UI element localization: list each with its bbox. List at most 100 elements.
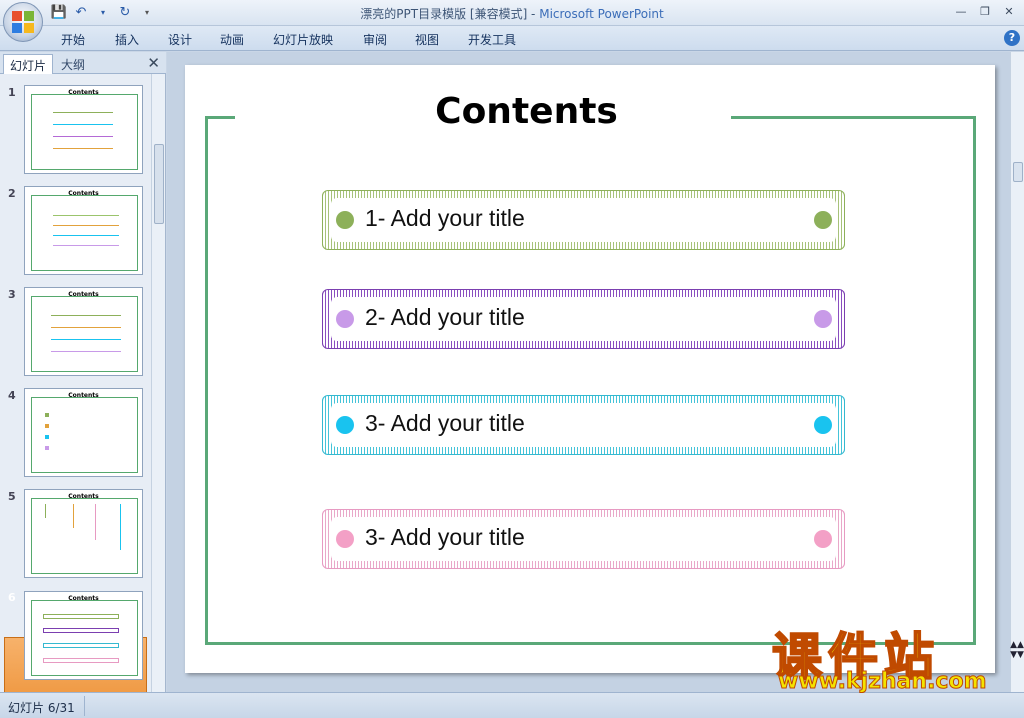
thumbnail-frame [31,94,138,170]
window-title: 漂亮的PPT目录模版 [兼容模式] - Microsoft PowerPoint [0,5,1024,22]
thumbnail-line [53,124,113,125]
close-icon[interactable]: ✕ [998,2,1020,20]
title-bar: 💾 ↶ ▾ ↻ ▾ 漂亮的PPT目录模版 [兼容模式] - Microsoft … [0,0,1024,26]
thumbnail-line [43,643,119,648]
thumbnail-line [53,136,113,137]
thumbnail[interactable]: Contents [24,85,143,174]
thumbnail-line [51,339,121,340]
thumbnail-title: Contents [68,595,99,602]
thumbnail-frame [31,498,138,574]
status-bar: 幻灯片 6/31 [0,692,1024,718]
thumbnail[interactable]: Contents [24,388,143,477]
toc-item-1[interactable]: 1- Add your title [322,190,845,250]
help-icon[interactable]: ? [1004,30,1020,46]
document-name: 漂亮的PPT目录模版 [兼容模式] - [360,7,540,21]
bullet-dot-icon [814,211,832,229]
thumbnail-title: Contents [68,190,99,197]
tab-slide-show[interactable]: 幻灯片放映 [273,31,333,48]
window-controls: — ❐ ✕ [950,2,1020,20]
toc-item-label[interactable]: 3- Add your title [365,410,525,437]
thumbnail-line [53,148,113,149]
thumbnail-number: 4 [8,389,16,402]
thumbnail-frame [31,195,138,271]
thumbnails-scrollbar[interactable] [151,74,165,692]
thumbnail[interactable]: Contents [24,489,143,578]
thumbnail-line [43,628,119,633]
thumbnail-number: 2 [8,187,16,200]
thumbnail-line [53,215,119,216]
thumbnail-number: 1 [8,86,16,99]
thumbnail-line [51,351,121,352]
slide-scrollbar[interactable] [1010,52,1024,692]
toc-item-label[interactable]: 3- Add your title [365,524,525,551]
slide-nav: ▲▲ ▼▼ [1010,640,1024,660]
thumbnail-line [45,504,46,518]
pane-tabs: 幻灯片 大纲 ✕ [0,52,166,74]
thumbnail-line [53,235,119,236]
thumbnails-scrollbar-thumb[interactable] [154,144,164,224]
thumbnail-list: 1 Contents 2 Contents 3 Contents 4 Conte… [0,74,150,692]
thumbnail-line [53,245,119,246]
tab-view[interactable]: 视图 [415,31,439,48]
next-slide-icon[interactable]: ▼▼ [1010,650,1024,660]
tab-outline[interactable]: 大纲 [55,54,91,74]
thumbnail-active[interactable]: Contents [24,591,143,680]
bullet-dot-icon [336,530,354,548]
thumbnail-line [45,424,49,428]
tab-design[interactable]: 设计 [168,31,192,48]
thumbnail-frame [31,600,138,676]
thumbnail-title: Contents [68,291,99,298]
thumbnail-line [45,446,49,450]
previous-slide-icon[interactable]: ▲▲ [1010,640,1024,650]
ribbon-tabs: 开始 插入 设计 动画 幻灯片放映 审阅 视图 开发工具 ? [0,26,1024,51]
bullet-dot-icon [814,416,832,434]
thumbnail-title: Contents [68,392,99,399]
thumbnail-line [53,112,113,113]
thumbnail-line [45,413,49,417]
thumbnail-line [120,504,121,550]
bullet-dot-icon [814,530,832,548]
close-pane-icon[interactable]: ✕ [147,54,160,72]
slide-editor: Contents 1- Add your title 2- Add your t… [167,52,1010,692]
toc-item-2[interactable]: 2- Add your title [322,289,845,349]
thumbnail-line [51,315,121,316]
thumbnail-line [73,504,74,528]
slides-pane: 幻灯片 大纲 ✕ 1 Contents 2 Contents 3 Content… [0,52,166,718]
bullet-dot-icon [814,310,832,328]
toc-item-4[interactable]: 3- Add your title [322,509,845,569]
bullet-dot-icon [336,416,354,434]
tab-slides[interactable]: 幻灯片 [3,54,54,74]
thumbnail-number: 3 [8,288,16,301]
tab-developer[interactable]: 开发工具 [468,31,516,48]
toc-item-label[interactable]: 2- Add your title [365,304,525,331]
slide-canvas[interactable]: Contents 1- Add your title 2- Add your t… [185,65,995,673]
thumbnail-frame [31,296,138,372]
thumbnail-line [53,225,119,226]
thumbnail-line [43,614,119,619]
thumbnail[interactable]: Contents [24,186,143,275]
restore-icon[interactable]: ❐ [974,2,996,20]
office-logo-icon [12,11,34,33]
thumbnail-line [95,504,96,540]
tab-review[interactable]: 审阅 [363,31,387,48]
office-button[interactable] [3,2,43,42]
slide-scrollbar-thumb[interactable] [1013,162,1023,182]
slide-title[interactable]: Contents [185,91,868,132]
minimize-icon[interactable]: — [950,2,972,20]
tab-home[interactable]: 开始 [61,31,85,48]
status-divider [84,696,85,716]
thumbnail-number: 5 [8,490,16,503]
thumbnail-line [43,658,119,663]
slide-counter: 幻灯片 6/31 [8,701,75,715]
thumbnail-title: Contents [68,89,99,96]
thumbnail[interactable]: Contents [24,287,143,376]
toc-item-3[interactable]: 3- Add your title [322,395,845,455]
bullet-dot-icon [336,211,354,229]
bullet-dot-icon [336,310,354,328]
thumbnail-number: 6 [8,591,16,604]
thumbnail-line [51,327,121,328]
application-name: Microsoft PowerPoint [539,7,664,21]
tab-animations[interactable]: 动画 [220,31,244,48]
toc-item-label[interactable]: 1- Add your title [365,205,525,232]
tab-insert[interactable]: 插入 [115,31,139,48]
